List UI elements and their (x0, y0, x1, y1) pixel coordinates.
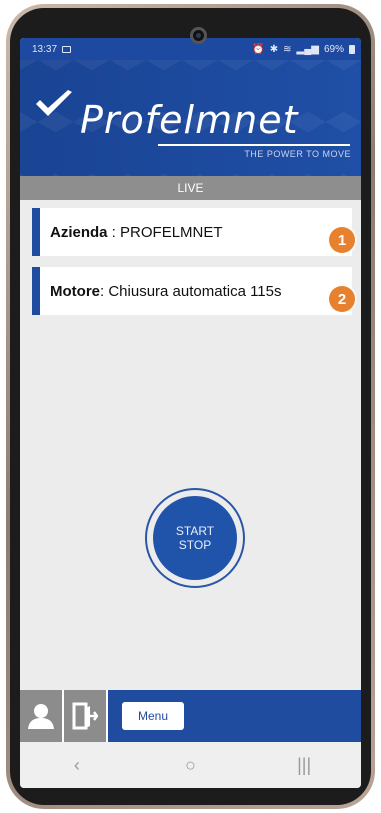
recents-nav-icon[interactable]: ||| (284, 755, 324, 776)
status-bar: 13:37 ⏰ ✱ ≋ ▂▄▆ 69% (20, 38, 361, 60)
start-stop-inner: START STOP (153, 496, 237, 580)
user-icon (28, 704, 54, 729)
gallery-notification-icon (62, 45, 72, 53)
front-camera (190, 27, 207, 44)
user-profile-button[interactable] (20, 690, 64, 742)
status-time: 13:37 (32, 43, 58, 55)
battery-percent: 69% (323, 43, 344, 55)
bottom-action-bar: Menu (20, 690, 361, 742)
home-nav-icon[interactable]: ○ (170, 755, 210, 776)
back-nav-icon[interactable]: ‹ (57, 755, 97, 776)
motor-key: Motore (50, 282, 100, 300)
live-label: LIVE (177, 181, 204, 195)
company-key: Azienda (50, 223, 108, 241)
start-label: START (175, 524, 215, 538)
battery-icon (349, 44, 355, 54)
profelmnet-logo-mark-icon (36, 90, 72, 116)
logo-tagline: THE POWER TO MOVE (244, 149, 351, 159)
logout-button[interactable] (64, 690, 108, 742)
logo-underline (158, 144, 350, 146)
logo-wordmark: Profelmnet (80, 98, 299, 142)
stop-label: STOP (178, 538, 212, 552)
menu-button[interactable]: Menu (122, 702, 184, 730)
motor-separator: : (100, 282, 109, 300)
android-nav-bar: ‹ ○ ||| (20, 742, 361, 788)
wifi-icon: ≋ (283, 43, 292, 55)
motor-card[interactable]: Motore: Chiusura automatica 115s (32, 267, 352, 315)
company-card[interactable]: Azienda : PROFELMNET (32, 208, 352, 256)
logout-door-icon (72, 702, 98, 730)
app-header: Profelmnet THE POWER TO MOVE (20, 60, 361, 176)
start-stop-button[interactable]: START STOP (145, 488, 245, 588)
app-screen: 13:37 ⏰ ✱ ≋ ▂▄▆ 69% Profelmnet THE POWER… (20, 38, 361, 788)
bluetooth-icon: ✱ (269, 43, 279, 55)
alarm-icon: ⏰ (252, 43, 265, 55)
motor-value: Chiusura automatica 115s (108, 282, 282, 300)
company-separator: : (107, 223, 121, 241)
live-section-bar: LIVE (20, 176, 361, 200)
callout-badge-1: 1 (329, 227, 355, 253)
menu-area: Menu (108, 690, 361, 742)
callout-badge-2: 2 (329, 286, 355, 312)
company-value: PROFELMNET (120, 223, 223, 241)
signal-icon: ▂▄▆ (296, 43, 319, 55)
